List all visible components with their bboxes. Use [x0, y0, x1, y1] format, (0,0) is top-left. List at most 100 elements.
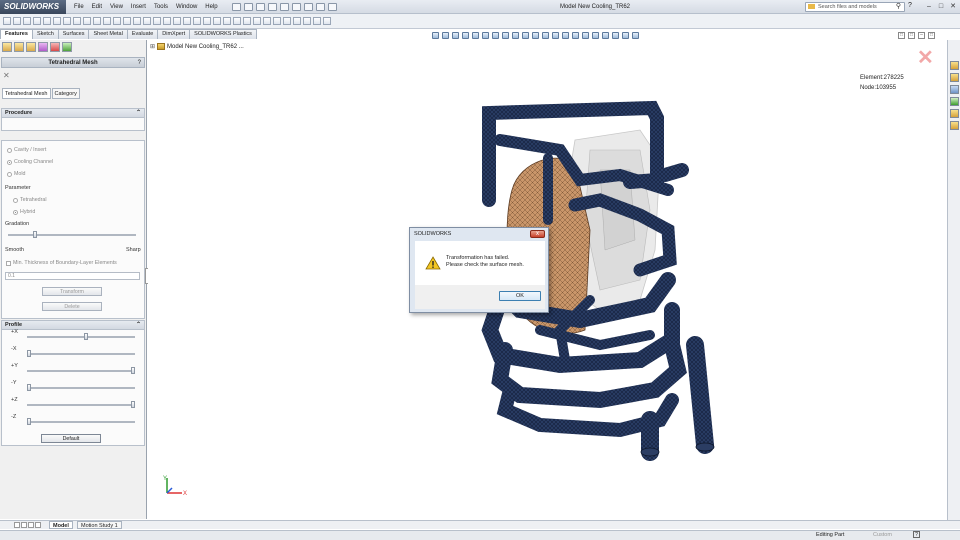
pin-icon[interactable]	[232, 3, 241, 11]
plastics-view-icon-10[interactable]	[622, 32, 629, 39]
design-library-icon[interactable]	[950, 73, 959, 82]
menu-help[interactable]: Help	[201, 0, 221, 14]
save-icon[interactable]	[268, 3, 277, 11]
boundary-cut-icon[interactable]	[103, 17, 111, 25]
tab-motion-study-1[interactable]: Motion Study 1	[77, 521, 122, 529]
close-icon[interactable]: ✕	[948, 2, 958, 11]
zoom-to-area-icon[interactable]	[442, 32, 449, 39]
viewport-tile-icon[interactable]: □	[908, 32, 915, 39]
extruded-boss-icon[interactable]	[3, 17, 11, 25]
plastics-view-icon-6[interactable]	[582, 32, 589, 39]
help-icon[interactable]: ?	[138, 58, 141, 68]
file-explorer-icon[interactable]	[950, 85, 959, 94]
option-cooling-channel[interactable]: Cooling Channel	[7, 159, 53, 165]
app-logo[interactable]: SOLIDWORKS	[0, 0, 66, 14]
viewport-minimize-icon[interactable]: –	[918, 32, 925, 39]
previous-view-icon[interactable]	[452, 32, 459, 39]
exit-sketch-close-icon[interactable]: ✕	[917, 48, 934, 68]
mirror-icon[interactable]	[183, 17, 191, 25]
reference-geometry-icon[interactable]	[193, 17, 201, 25]
plastics-icon-8[interactable]	[293, 17, 301, 25]
profile-slider-track[interactable]	[27, 404, 135, 406]
plastics-view-icon-8[interactable]	[602, 32, 609, 39]
apply-scene-icon[interactable]	[512, 32, 519, 39]
shell-icon[interactable]	[153, 17, 161, 25]
dialog-close-icon[interactable]: x	[530, 230, 545, 238]
swept-boss-icon[interactable]	[23, 17, 31, 25]
wrap-icon[interactable]	[163, 17, 171, 25]
status-units[interactable]: Custom	[873, 532, 892, 538]
hide-show-icon[interactable]	[492, 32, 499, 39]
plastics-icon-2[interactable]	[233, 17, 241, 25]
plastics-view-icon-11[interactable]	[632, 32, 639, 39]
tab-dimxpert[interactable]: DimXpert	[157, 29, 191, 39]
plastics-view-icon-7[interactable]	[592, 32, 599, 39]
intersect-icon[interactable]	[173, 17, 181, 25]
tab-sheet-metal[interactable]: Sheet Metal	[88, 29, 128, 39]
menu-insert[interactable]: Insert	[127, 0, 150, 14]
tab-sketch[interactable]: Sketch	[31, 29, 59, 39]
profile-slider-thumb[interactable]	[27, 350, 31, 357]
ok-button[interactable]: OK	[499, 291, 541, 301]
transform-button[interactable]: Transform	[42, 287, 102, 296]
expand-icon[interactable]: ⊞	[150, 43, 155, 50]
profile-slider-track[interactable]	[27, 387, 135, 389]
profile-slider-track[interactable]	[27, 336, 135, 338]
profile-slider-thumb[interactable]	[84, 333, 89, 340]
plastics-icon-1[interactable]	[223, 17, 231, 25]
custom-properties-icon[interactable]	[950, 121, 959, 130]
profile-slider-thumb[interactable]	[131, 367, 135, 374]
boundary-layer-checkbox[interactable]: Min. Thickness of Boundary-Layer Element…	[6, 260, 117, 266]
tab-evaluate[interactable]: Evaluate	[126, 29, 159, 39]
help-icon[interactable]: ?	[908, 2, 912, 9]
plastics-icon-11[interactable]	[323, 17, 331, 25]
viewport-maximize-icon[interactable]: □	[928, 32, 935, 39]
plastics-icon-5[interactable]	[263, 17, 271, 25]
tab-solidworks-plastics[interactable]: SOLIDWORKS Plastics	[189, 29, 257, 39]
tab-surfaces[interactable]: Surfaces	[57, 29, 90, 39]
menu-window[interactable]: Window	[172, 0, 201, 14]
rebuild-icon[interactable]	[316, 3, 325, 11]
delete-button[interactable]: Delete	[42, 302, 102, 311]
plastics-view-icon-2[interactable]	[542, 32, 549, 39]
plastics-view-icon-3[interactable]	[552, 32, 559, 39]
plastics-icon-9[interactable]	[303, 17, 311, 25]
profile-slider-track[interactable]	[27, 421, 135, 423]
plastics-icon-6[interactable]	[273, 17, 281, 25]
menu-file[interactable]: File	[70, 0, 88, 14]
view-orientation-icon[interactable]	[472, 32, 479, 39]
lofted-cut-icon[interactable]	[93, 17, 101, 25]
edit-appearance-icon[interactable]	[502, 32, 509, 39]
restore-icon[interactable]: □	[936, 2, 946, 11]
plastics-icon-10[interactable]	[313, 17, 321, 25]
view-palette-icon[interactable]	[950, 97, 959, 106]
plastics-view-icon-1[interactable]	[532, 32, 539, 39]
procedure-header[interactable]: Procedure ⌃	[2, 109, 144, 118]
draft-icon[interactable]	[143, 17, 151, 25]
curves-icon[interactable]	[203, 17, 211, 25]
display-manager-icon[interactable]	[50, 42, 60, 52]
profile-slider-track[interactable]	[27, 370, 135, 372]
swept-cut-icon[interactable]	[83, 17, 91, 25]
option-tetrahedral[interactable]: Tetrahedral	[13, 197, 47, 203]
configuration-manager-icon[interactable]	[26, 42, 36, 52]
options-icon[interactable]	[328, 3, 337, 11]
profile-slider-track[interactable]	[27, 353, 135, 355]
profile-slider-thumb[interactable]	[27, 418, 31, 425]
plastics-view-icon-4[interactable]	[562, 32, 569, 39]
view-settings-icon[interactable]	[522, 32, 529, 39]
plastics-icon-7[interactable]	[283, 17, 291, 25]
open-icon[interactable]	[256, 3, 265, 11]
close-icon[interactable]: ✕	[3, 71, 10, 80]
boundary-thickness-input[interactable]: 0.1	[5, 272, 140, 280]
fillet-icon[interactable]	[113, 17, 121, 25]
dimxpert-manager-icon[interactable]	[38, 42, 48, 52]
rib-icon[interactable]	[133, 17, 141, 25]
next-tab-icon[interactable]	[28, 522, 34, 528]
tab-features[interactable]: Features	[0, 29, 33, 39]
menu-view[interactable]: View	[106, 0, 127, 14]
gradation-slider-thumb[interactable]	[32, 231, 37, 238]
revolved-cut-icon[interactable]	[73, 17, 81, 25]
zoom-to-fit-icon[interactable]	[432, 32, 439, 39]
new-document-icon[interactable]	[244, 3, 253, 11]
